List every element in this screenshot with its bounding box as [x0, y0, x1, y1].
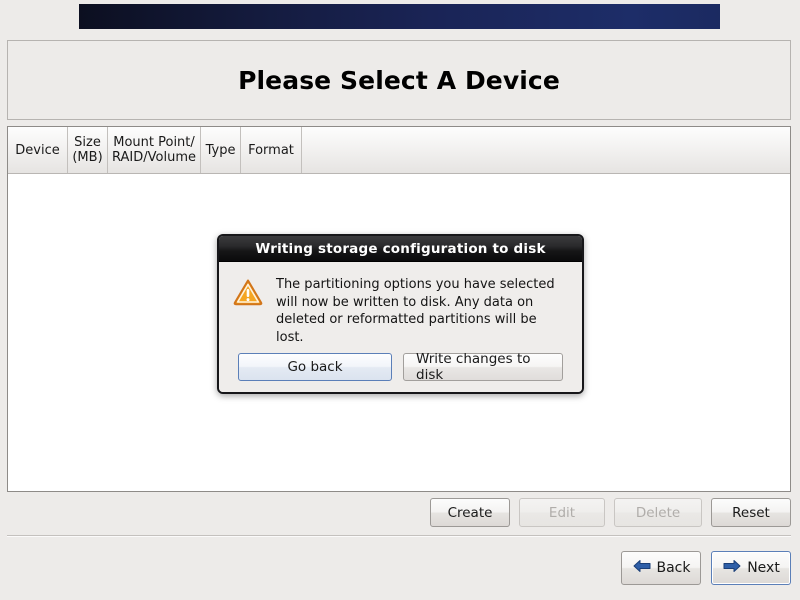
column-header-type[interactable]: Type [201, 127, 241, 173]
edit-button: Edit [519, 498, 605, 527]
next-button-label: Next [747, 560, 780, 576]
page-title: Please Select A Device [238, 65, 560, 95]
dialog-title: Writing storage configuration to disk [255, 240, 546, 257]
arrow-left-icon [632, 558, 652, 578]
create-button[interactable]: Create [430, 498, 510, 527]
banner-area [0, 0, 800, 32]
column-header-device[interactable]: Device [8, 127, 68, 173]
go-back-button[interactable]: Go back [238, 353, 392, 381]
arrow-right-icon [722, 558, 742, 578]
dialog-message: The partitioning options you have select… [276, 277, 555, 345]
column-header-filler [302, 127, 790, 173]
title-panel: Please Select A Device [7, 40, 791, 120]
table-header-row: Device Size (MB) Mount Point/ RAID/Volum… [8, 127, 790, 174]
delete-button: Delete [614, 498, 702, 527]
dialog-buttons: Go back Write changes to disk [233, 351, 568, 383]
table-action-buttons: Create Edit Delete Reset [7, 498, 791, 527]
navigation-buttons: Back Next [7, 551, 791, 585]
back-button-label: Back [656, 560, 691, 576]
dialog-titlebar: Writing storage configuration to disk [219, 236, 582, 262]
dialog-content: The partitioning options you have select… [233, 276, 568, 346]
column-header-mount-point[interactable]: Mount Point/ RAID/Volume [108, 127, 201, 173]
dialog-body: The partitioning options you have select… [219, 262, 582, 392]
warning-triangle-icon [233, 278, 263, 310]
column-header-size[interactable]: Size (MB) [68, 127, 108, 173]
next-button[interactable]: Next [711, 551, 791, 585]
footer-separator [7, 535, 791, 537]
brand-banner [79, 4, 720, 29]
reset-button[interactable]: Reset [711, 498, 791, 527]
back-button[interactable]: Back [621, 551, 701, 585]
write-storage-dialog: Writing storage configuration to disk Th… [217, 234, 584, 394]
write-changes-to-disk-button[interactable]: Write changes to disk [403, 351, 563, 383]
column-header-format[interactable]: Format [241, 127, 302, 173]
